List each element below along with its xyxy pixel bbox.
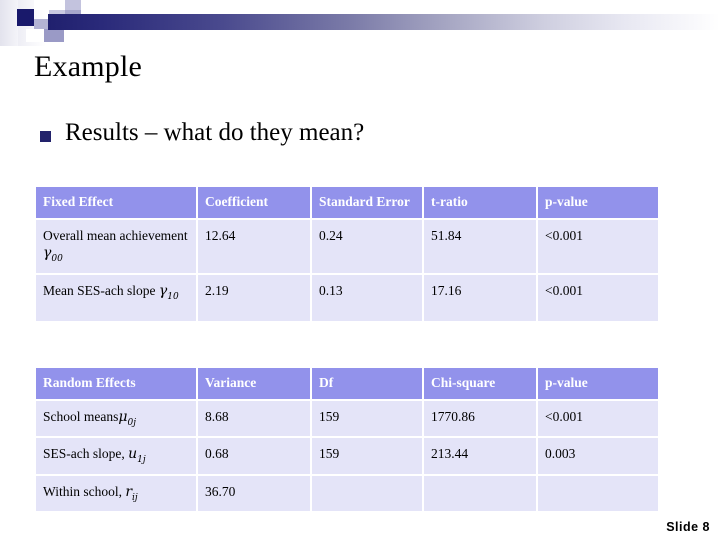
effect-label-text: Overall mean achievement [43, 227, 188, 243]
table-header-row: Random Effects Variance Df Chi-square p-… [36, 368, 658, 399]
greek-symbol-gamma: γ00 [43, 245, 63, 265]
cell-coefficient: 12.64 [198, 219, 310, 273]
column-header-coefficient: Coefficient [198, 187, 310, 218]
random-effect-label-text: Within school, [43, 483, 122, 499]
banner-square-top-cover [0, 0, 18, 46]
random-effect-label-text: SES-ach slope, [43, 446, 125, 462]
table-row: Overall mean achievement γ00 12.64 0.24 … [36, 219, 658, 273]
random-effect-label-text: School means [43, 408, 119, 424]
fixed-effects-table: Fixed Effect Coefficient Standard Error … [34, 185, 660, 323]
banner-gradient-bar [48, 14, 720, 30]
cell-chi-square: 213.44 [424, 438, 536, 474]
cell-t-ratio: 51.84 [424, 219, 536, 273]
cell-random-effect-label: SES-ach slope, u1j [36, 438, 196, 474]
banner-square-light-1 [49, 0, 65, 10]
cell-coefficient: 2.19 [198, 274, 310, 321]
slide-canvas: Example Results – what do they mean? Fix… [0, 0, 720, 540]
slide-number-label: Slide 8 [666, 520, 710, 534]
greek-symbol-gamma: γ10 [158, 282, 179, 302]
cell-t-ratio: 17.16 [424, 274, 536, 321]
cell-effect-label: Mean SES-ach slope γ10 [36, 274, 196, 321]
cell-p-value: <0.001 [538, 219, 658, 273]
column-header-p-value: p-value [538, 187, 658, 218]
column-header-chi-square: Chi-square [424, 368, 536, 399]
banner-square-navy-2 [17, 9, 34, 26]
banner-square-pale-1 [34, 0, 49, 10]
banner-square-mid-4 [34, 19, 49, 29]
bullet-label: Results – what do they mean? [65, 119, 365, 146]
cell-p-value [538, 475, 658, 512]
cell-variance: 0.68 [198, 438, 310, 474]
column-header-standard-error: Standard Error [312, 187, 422, 218]
cell-p-value: 0.003 [538, 438, 658, 474]
cell-p-value: <0.001 [538, 274, 658, 321]
banner-square-mid-8 [44, 29, 64, 42]
cell-variance: 36.70 [198, 475, 310, 512]
column-header-df: Df [312, 368, 422, 399]
greek-symbol-mu: μ0j [118, 408, 137, 428]
cell-chi-square [424, 475, 536, 512]
column-header-variance: Variance [198, 368, 310, 399]
table-row: School meansμ0j 8.68 159 1770.86 <0.001 [36, 400, 658, 437]
symbol-r: rij [125, 483, 138, 503]
effect-label-text: Mean SES-ach slope [43, 282, 156, 298]
square-bullet-icon [40, 130, 51, 142]
table-row: SES-ach slope, u1j 0.68 159 213.44 0.003 [36, 438, 658, 474]
cell-random-effect-label: Within school, rij [36, 475, 196, 512]
cell-df: 159 [312, 438, 422, 474]
banner-square-white-1 [64, 29, 82, 42]
footer-divider [0, 534, 720, 540]
column-header-t-ratio: t-ratio [424, 187, 536, 218]
column-header-fixed-effect: Fixed Effect [36, 187, 196, 218]
cell-standard-error: 0.24 [312, 219, 422, 273]
cell-df: 159 [312, 400, 422, 437]
cell-standard-error: 0.13 [312, 274, 422, 321]
slide-banner-decoration [0, 0, 720, 46]
cell-df [312, 475, 422, 512]
column-header-p-value: p-value [538, 368, 658, 399]
random-effects-table: Random Effects Variance Df Chi-square p-… [34, 366, 660, 513]
symbol-u: u1j [128, 446, 146, 466]
banner-square-mid-7 [26, 29, 44, 42]
table-row: Within school, rij 36.70 [36, 475, 658, 512]
page-title: Example [34, 50, 143, 83]
column-header-random-effects: Random Effects [36, 368, 196, 399]
cell-random-effect-label: School meansμ0j [36, 400, 196, 437]
bullet-line: Results – what do they mean? [40, 119, 364, 147]
cell-p-value: <0.001 [538, 400, 658, 437]
cell-effect-label: Overall mean achievement γ00 [36, 219, 196, 273]
table-header-row: Fixed Effect Coefficient Standard Error … [36, 187, 658, 218]
cell-variance: 8.68 [198, 400, 310, 437]
table-row: Mean SES-ach slope γ10 2.19 0.13 17.16 <… [36, 274, 658, 321]
cell-chi-square: 1770.86 [424, 400, 536, 437]
